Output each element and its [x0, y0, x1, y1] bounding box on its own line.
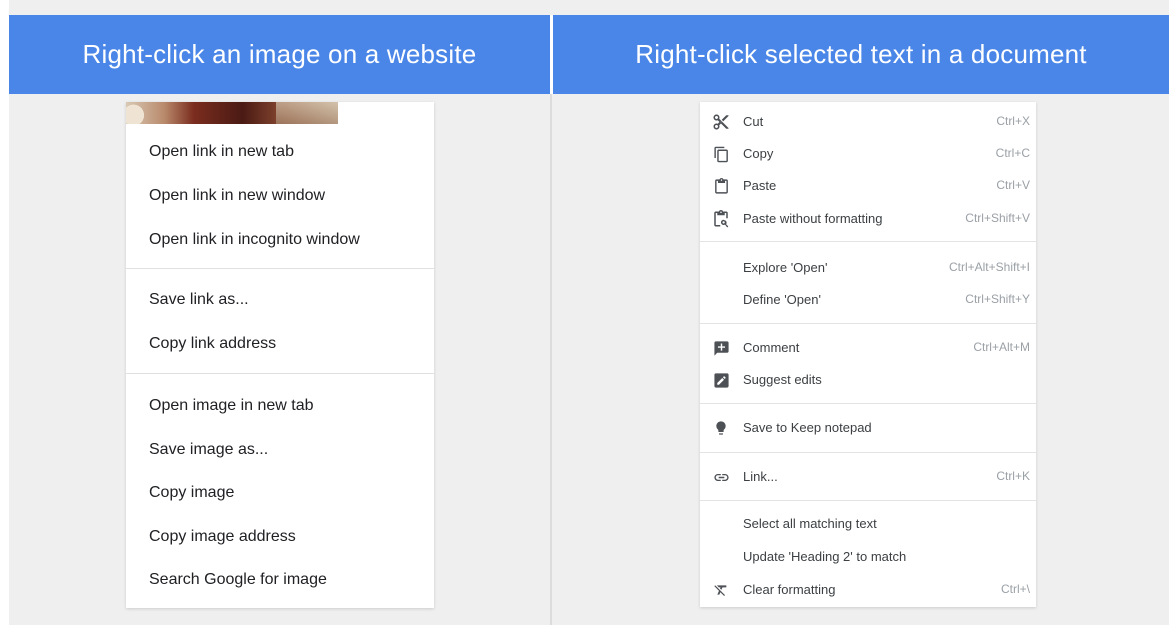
menu-item-link[interactable]: Link... Ctrl+K [700, 466, 1036, 488]
shortcut-label: Ctrl+Alt+Shift+I [948, 260, 1030, 274]
menu-item-label: Select all matching text [743, 516, 877, 531]
suggest-edits-icon [710, 369, 732, 391]
shortcut-label: Ctrl+X [996, 114, 1030, 128]
clear-formatting-icon [710, 579, 732, 601]
menu-item-open-link-new-window[interactable]: Open link in new window [149, 186, 325, 206]
menu-item-label: Link... [743, 469, 778, 484]
shortcut-label: Ctrl+V [996, 178, 1030, 192]
image-context-menu: Open link in new tab Open link in new wi… [126, 102, 434, 608]
menu-item-label: Cut [743, 114, 764, 129]
menu-item-paste[interactable]: Paste Ctrl+V [700, 175, 1036, 197]
menu-separator [700, 500, 1036, 501]
menu-separator [126, 373, 434, 374]
menu-item-label: Copy [743, 146, 774, 161]
menu-item-save-to-keep[interactable]: Save to Keep notepad [700, 417, 1036, 439]
menu-item-label: Clear formatting [743, 582, 836, 597]
menu-item-open-link-new-tab[interactable]: Open link in new tab [149, 142, 294, 162]
shortcut-label: Ctrl+C [995, 146, 1030, 160]
text-context-menu: Cut Ctrl+X Copy Ctrl+C Paste Ctrl+V Past… [700, 102, 1036, 607]
menu-item-define[interactable]: Define 'Open' Ctrl+Shift+Y [700, 289, 1036, 311]
shortcut-label: Ctrl+Alt+M [973, 340, 1030, 354]
menu-item-label: Define 'Open' [743, 292, 821, 307]
menu-item-suggest-edits[interactable]: Suggest edits [700, 369, 1036, 391]
scissors-icon [710, 111, 732, 133]
menu-separator [700, 403, 1036, 404]
menu-item-cut[interactable]: Cut Ctrl+X [700, 111, 1036, 133]
menu-item-search-google-image[interactable]: Search Google for image [149, 570, 327, 590]
menu-item-copy-image[interactable]: Copy image [149, 483, 234, 503]
image-menu-heading: Right-click an image on a website [82, 39, 477, 69]
menu-item-copy[interactable]: Copy Ctrl+C [700, 143, 1036, 165]
menu-item-save-image-as[interactable]: Save image as... [149, 440, 268, 460]
shortcut-label: Ctrl+Shift+Y [965, 292, 1030, 306]
menu-item-open-image-new-tab[interactable]: Open image in new tab [149, 396, 314, 416]
menu-item-select-all-matching[interactable]: Select all matching text [700, 513, 1036, 535]
menu-item-clear-formatting[interactable]: Clear formatting Ctrl+\ [700, 579, 1036, 601]
paste-plain-icon [710, 208, 732, 230]
menu-item-label: Update 'Heading 2' to match [743, 549, 907, 564]
menu-item-label: Comment [743, 340, 800, 355]
copy-icon [710, 143, 732, 165]
menu-item-copy-link-address[interactable]: Copy link address [149, 334, 276, 354]
menu-separator [700, 241, 1036, 242]
menu-item-label: Save to Keep notepad [743, 420, 872, 435]
menu-item-label: Suggest edits [743, 372, 822, 387]
column-divider [550, 94, 552, 625]
menu-item-label: Paste [743, 178, 777, 193]
add-comment-icon [710, 337, 732, 359]
link-icon [710, 466, 732, 488]
shortcut-label: Ctrl+Shift+V [965, 211, 1030, 225]
menu-item-copy-image-address[interactable]: Copy image address [149, 527, 296, 547]
image-thumbnail[interactable] [126, 102, 338, 124]
shortcut-label: Ctrl+K [996, 469, 1030, 483]
menu-item-save-link-as[interactable]: Save link as... [149, 290, 249, 310]
menu-item-open-link-incognito[interactable]: Open link in incognito window [149, 230, 360, 250]
menu-item-update-heading[interactable]: Update 'Heading 2' to match [700, 546, 1036, 568]
menu-separator [700, 452, 1036, 453]
lightbulb-icon [710, 417, 732, 439]
menu-item-comment[interactable]: Comment Ctrl+Alt+M [700, 337, 1036, 359]
menu-item-label: Explore 'Open' [743, 260, 828, 275]
shortcut-label: Ctrl+\ [1000, 582, 1030, 596]
menu-item-label: Paste without formatting [743, 211, 883, 226]
menu-separator [700, 323, 1036, 324]
clipboard-icon [710, 175, 732, 197]
menu-item-explore[interactable]: Explore 'Open' Ctrl+Alt+Shift+I [700, 257, 1036, 279]
menu-item-paste-without-formatting[interactable]: Paste without formatting Ctrl+Shift+V [700, 208, 1036, 230]
text-menu-heading: Right-click selected text in a document [635, 39, 1087, 69]
menu-separator [126, 268, 434, 269]
